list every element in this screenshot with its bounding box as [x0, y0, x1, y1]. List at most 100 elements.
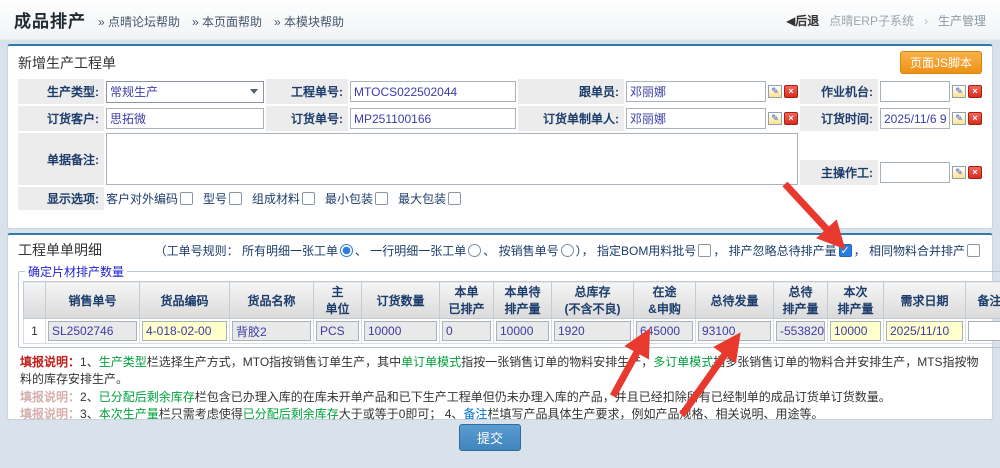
picker-icon[interactable]: ✎	[952, 166, 966, 179]
option-min-pack-checkbox[interactable]	[375, 192, 388, 205]
cell-scheduled: 0	[442, 321, 491, 341]
submit-button[interactable]: 提交	[459, 424, 521, 451]
picker-icon[interactable]: ✎	[768, 112, 782, 125]
col-this-schedule: 本次 排产量	[828, 282, 884, 319]
breadcrumb-system[interactable]: 点晴ERP子系统	[829, 12, 914, 29]
machine-field: ✎ ×	[880, 79, 982, 104]
help-link-module[interactable]: » 本模块帮助	[274, 13, 344, 30]
ignore-pending-qty-checkbox[interactable]: ✓	[839, 244, 852, 257]
cell-this-schedule[interactable]: 10000	[830, 321, 881, 341]
rule-radio-one-line-one-order[interactable]	[468, 244, 481, 257]
sheet-qty-legend: 确定片材排产数量	[25, 263, 127, 280]
note-text: 栏包含已办理入库的在库未开单产品和已下生产工程单但仍未办理入库的产品，并且已经扣…	[195, 390, 891, 404]
picker-icon[interactable]: ✎	[952, 112, 966, 125]
note-label: 填报说明：	[20, 355, 80, 369]
page: { "header": { "title": "成品排产", "help_lin…	[0, 0, 1000, 468]
note-label: 填报说明：	[20, 390, 80, 404]
note-line-1: 填报说明：1、生产类型栏选择生产方式，MTO指按销售订单生产，其中单订单模式指按…	[20, 354, 980, 389]
rule-text: ， 相同物料合并排产	[854, 242, 965, 259]
clear-icon[interactable]: ×	[968, 85, 982, 98]
cell-item-code[interactable]: 4-018-02-00	[142, 321, 227, 341]
back-button[interactable]: ◀后退	[786, 12, 819, 29]
order-time-label: 订货时间:	[800, 106, 878, 131]
customer-input[interactable]	[106, 108, 264, 129]
picker-icon[interactable]: ✎	[768, 85, 782, 98]
picker-icon[interactable]: ✎	[952, 85, 966, 98]
order-time-field: ✎ ×	[880, 106, 982, 131]
col-rownum	[24, 282, 46, 319]
col-in-transit: 在途 &申购	[634, 282, 696, 319]
cell-sales-order: SL2502746	[48, 321, 137, 341]
order-no-field	[350, 79, 516, 104]
note-term: 本次生产量	[99, 407, 159, 421]
order-time-input[interactable]	[880, 108, 950, 129]
cell-unit: PCS	[316, 321, 359, 341]
cell-remark[interactable]	[968, 321, 1000, 341]
col-remark: 备注	[966, 282, 1000, 319]
operator-wrap: 主操作工: ✎ ×	[800, 133, 982, 185]
remark-textarea[interactable]	[106, 133, 798, 185]
option-model-label: 型号	[203, 190, 227, 207]
option-max-pack-checkbox[interactable]	[448, 192, 461, 205]
sales-order-input[interactable]	[350, 108, 516, 129]
breadcrumb-separator: ›	[924, 14, 928, 28]
note-text: 指按一张销售订单的物料安排生产，	[461, 355, 653, 369]
cell-order-qty: 10000	[364, 321, 437, 341]
merchandiser-input[interactable]	[626, 81, 766, 102]
submit-row: 提交	[7, 424, 973, 451]
page-js-script-button[interactable]: 页面JS脚本	[900, 51, 982, 74]
rule-radio-by-sales-order[interactable]	[561, 244, 574, 257]
col-total-stock: 总库存 (不含不良)	[552, 282, 634, 319]
note-text: 栏填写产品具体生产要求，例如产品规格、相关说明、用途等。	[487, 407, 823, 421]
option-materials-checkbox[interactable]	[302, 192, 315, 205]
note-term: 备注	[463, 407, 487, 421]
col-pending-this: 本单待 排产量	[494, 282, 552, 319]
rule-text: 、 一行明细一张工单	[355, 242, 466, 259]
page-title: 成品排产	[14, 7, 86, 32]
note-term: 已分配后剩余库存	[99, 390, 195, 404]
cell-need-date[interactable]: 2025/11/10	[886, 321, 963, 341]
note-text: 栏选择生产方式，MTO指按销售订单生产，其中	[147, 355, 401, 369]
help-link-forum[interactable]: » 点晴论坛帮助	[98, 13, 180, 30]
production-type-label: 生产类型:	[18, 79, 104, 104]
help-links: » 点晴论坛帮助 » 本页面帮助 » 本模块帮助	[98, 10, 344, 30]
option-customer-code-label: 客户对外编码	[106, 190, 178, 207]
table-header-row: 销售单号 货品编码 货品名称 主 单位 订货数量 本单 已排产 本单待 排产量 …	[24, 282, 1000, 319]
order-maker-input[interactable]	[626, 108, 766, 129]
machine-label: 作业机台:	[800, 79, 878, 104]
top-bar: 成品排产 » 点晴论坛帮助 » 本页面帮助 » 本模块帮助 ◀后退 点晴ERP子…	[0, 0, 1000, 40]
customer-field	[106, 106, 264, 131]
production-type-select[interactable]: 常规生产	[106, 81, 264, 103]
chevron-down-icon	[250, 89, 258, 94]
new-production-order-panel: 新增生产工程单 页面JS脚本 生产类型: 常规生产 工程单号: 跟单员: ✎ ×…	[7, 44, 993, 229]
rule-text: （工单号规则： 所有明细一张工单	[155, 242, 338, 259]
option-max-pack-label: 最大包装	[398, 190, 446, 207]
note-term: 单订单模式	[401, 355, 461, 369]
order-detail-panel: 工程单单明细 （工单号规则： 所有明细一张工单 、 一行明细一张工单 、 按销售…	[7, 233, 993, 420]
bom-batch-checkbox[interactable]	[698, 244, 711, 257]
breadcrumb: ◀后退 点晴ERP子系统 › 生产管理	[786, 10, 986, 29]
work-order-rule-line: （工单号规则： 所有明细一张工单 、 一行明细一张工单 、 按销售单号 ）， 指…	[155, 242, 982, 259]
option-customer-code-checkbox[interactable]	[180, 192, 193, 205]
option-model-checkbox[interactable]	[229, 192, 242, 205]
clear-icon[interactable]: ×	[968, 166, 982, 179]
cell-total-pending: -553820	[776, 321, 825, 341]
clear-icon[interactable]: ×	[968, 112, 982, 125]
clear-icon[interactable]: ×	[784, 112, 798, 125]
col-to-ship: 总待发量	[696, 282, 774, 319]
rule-radio-all-one-order[interactable]	[340, 244, 353, 257]
col-scheduled: 本单 已排产	[440, 282, 494, 319]
order-no-input[interactable]	[350, 81, 516, 102]
help-link-page[interactable]: » 本页面帮助	[192, 13, 262, 30]
remark-label: 单据备注:	[18, 133, 104, 185]
merge-material-checkbox[interactable]	[967, 244, 980, 257]
display-options-label: 显示选项:	[18, 187, 104, 210]
rule-text: ）， 指定BOM用料批号	[576, 242, 697, 259]
cell-pending-this: 10000	[496, 321, 549, 341]
detail-table: 销售单号 货品编码 货品名称 主 单位 订货数量 本单 已排产 本单待 排产量 …	[23, 281, 1000, 344]
machine-input[interactable]	[880, 81, 950, 102]
clear-icon[interactable]: ×	[784, 85, 798, 98]
operator-input[interactable]	[880, 162, 950, 183]
note-term: 多订单模式	[653, 355, 713, 369]
rule-text: 、 按销售单号	[483, 242, 558, 259]
